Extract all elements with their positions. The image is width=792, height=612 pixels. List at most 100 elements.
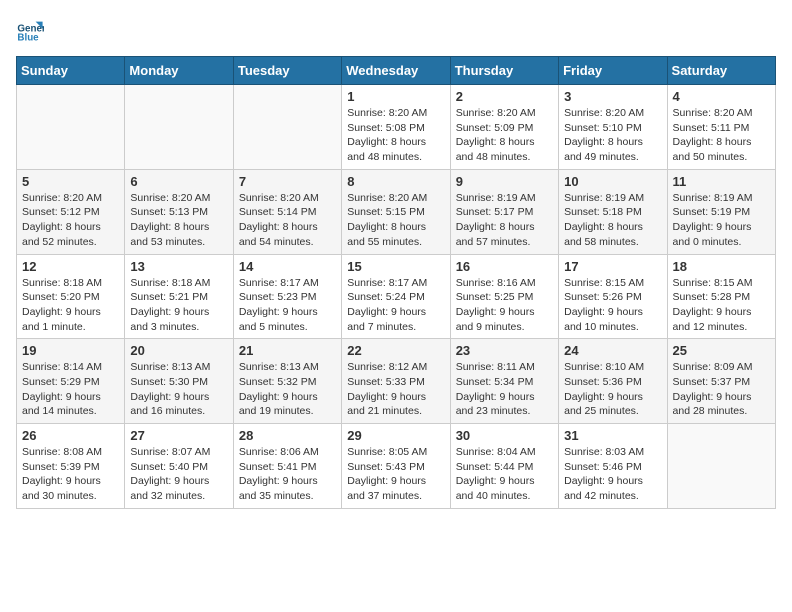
day-info: Sunrise: 8:18 AMSunset: 5:20 PMDaylight:… <box>22 276 119 335</box>
day-number: 28 <box>239 428 336 443</box>
day-number: 5 <box>22 174 119 189</box>
day-info: Sunrise: 8:13 AMSunset: 5:30 PMDaylight:… <box>130 360 227 419</box>
svg-text:Blue: Blue <box>17 33 39 44</box>
calendar-cell: 15 Sunrise: 8:17 AMSunset: 5:24 PMDayligh… <box>342 254 450 339</box>
day-number: 10 <box>564 174 661 189</box>
calendar-cell: 2 Sunrise: 8:20 AMSunset: 5:09 PMDaylight… <box>450 85 558 170</box>
day-number: 25 <box>673 343 770 358</box>
day-number: 14 <box>239 259 336 274</box>
calendar-table: SundayMondayTuesdayWednesdayThursdayFrid… <box>16 56 776 509</box>
logo: General Blue <box>16 16 44 44</box>
calendar-cell: 29Sunrise: 8:05 AMSunset: 5:43 PMDayligh… <box>342 424 450 509</box>
calendar-cell: 8Sunrise: 8:20 AMSunset: 5:15 PMDaylight… <box>342 169 450 254</box>
calendar-cell: 9 Sunrise: 8:19 AMSunset: 5:17 PMDaylight… <box>450 169 558 254</box>
day-number: 23 <box>456 343 553 358</box>
day-number: 12 <box>22 259 119 274</box>
calendar-cell: 14 Sunrise: 8:17 AMSunset: 5:23 PMDayligh… <box>233 254 341 339</box>
day-number: 21 <box>239 343 336 358</box>
day-number: 17 <box>564 259 661 274</box>
day-number: 6 <box>130 174 227 189</box>
day-info: Sunrise: 8:17 AMSunset: 5:23 PMDaylight:… <box>239 276 336 335</box>
day-info: Sunrise: 8:13 AMSunset: 5:32 PMDaylight:… <box>239 360 336 419</box>
day-info: Sunrise: 8:11 AMSunset: 5:34 PMDaylight:… <box>456 360 553 419</box>
day-number: 31 <box>564 428 661 443</box>
calendar-cell: 27 Sunrise: 8:07 AMSunset: 5:40 PMDayligh… <box>125 424 233 509</box>
day-info: Sunrise: 8:20 AMSunset: 5:15 PMDaylight:… <box>347 191 444 250</box>
day-number: 2 <box>456 89 553 104</box>
day-number: 15 <box>347 259 444 274</box>
day-info: Sunrise: 8:15 AMSunset: 5:28 PMDaylight:… <box>673 276 770 335</box>
calendar-cell: 6 Sunrise: 8:20 AMSunset: 5:13 PMDaylight… <box>125 169 233 254</box>
calendar-cell: 26Sunrise: 8:08 AMSunset: 5:39 PMDayligh… <box>17 424 125 509</box>
day-number: 1 <box>347 89 444 104</box>
calendar-cell: 11 Sunrise: 8:19 AMSunset: 5:19 PMDayligh… <box>667 169 775 254</box>
weekday-header-tuesday: Tuesday <box>233 57 341 85</box>
weekday-header-row: SundayMondayTuesdayWednesdayThursdayFrid… <box>17 57 776 85</box>
day-number: 16 <box>456 259 553 274</box>
day-info: Sunrise: 8:20 AMSunset: 5:08 PMDaylight:… <box>347 106 444 165</box>
day-info: Sunrise: 8:18 AMSunset: 5:21 PMDaylight:… <box>130 276 227 335</box>
weekday-header-monday: Monday <box>125 57 233 85</box>
calendar-cell: 1 Sunrise: 8:20 AMSunset: 5:08 PMDaylight… <box>342 85 450 170</box>
day-info: Sunrise: 8:04 AMSunset: 5:44 PMDaylight:… <box>456 445 553 504</box>
day-number: 27 <box>130 428 227 443</box>
calendar-cell: 19 Sunrise: 8:14 AMSunset: 5:29 PMDayligh… <box>17 339 125 424</box>
calendar-week-5: 26Sunrise: 8:08 AMSunset: 5:39 PMDayligh… <box>17 424 776 509</box>
day-info: Sunrise: 8:05 AMSunset: 5:43 PMDaylight:… <box>347 445 444 504</box>
calendar-week-3: 12 Sunrise: 8:18 AMSunset: 5:20 PMDayligh… <box>17 254 776 339</box>
calendar-cell <box>125 85 233 170</box>
logo-icon: General Blue <box>16 16 44 44</box>
calendar-cell: 3Sunrise: 8:20 AMSunset: 5:10 PMDaylight… <box>559 85 667 170</box>
day-info: Sunrise: 8:17 AMSunset: 5:24 PMDaylight:… <box>347 276 444 335</box>
day-info: Sunrise: 8:10 AMSunset: 5:36 PMDaylight:… <box>564 360 661 419</box>
day-info: Sunrise: 8:09 AMSunset: 5:37 PMDaylight:… <box>673 360 770 419</box>
day-info: Sunrise: 8:20 AMSunset: 5:13 PMDaylight:… <box>130 191 227 250</box>
calendar-cell: 20 Sunrise: 8:13 AMSunset: 5:30 PMDayligh… <box>125 339 233 424</box>
calendar-cell <box>667 424 775 509</box>
day-number: 3 <box>564 89 661 104</box>
calendar-cell: 7 Sunrise: 8:20 AMSunset: 5:14 PMDaylight… <box>233 169 341 254</box>
calendar-cell: 23 Sunrise: 8:11 AMSunset: 5:34 PMDayligh… <box>450 339 558 424</box>
calendar-cell: 24 Sunrise: 8:10 AMSunset: 5:36 PMDayligh… <box>559 339 667 424</box>
day-info: Sunrise: 8:12 AMSunset: 5:33 PMDaylight:… <box>347 360 444 419</box>
calendar-cell: 30 Sunrise: 8:04 AMSunset: 5:44 PMDayligh… <box>450 424 558 509</box>
day-number: 26 <box>22 428 119 443</box>
weekday-header-saturday: Saturday <box>667 57 775 85</box>
day-number: 11 <box>673 174 770 189</box>
calendar-cell: 13Sunrise: 8:18 AMSunset: 5:21 PMDayligh… <box>125 254 233 339</box>
calendar-cell <box>233 85 341 170</box>
day-number: 20 <box>130 343 227 358</box>
calendar-cell: 17 Sunrise: 8:15 AMSunset: 5:26 PMDayligh… <box>559 254 667 339</box>
calendar-cell: 18Sunrise: 8:15 AMSunset: 5:28 PMDayligh… <box>667 254 775 339</box>
day-info: Sunrise: 8:14 AMSunset: 5:29 PMDaylight:… <box>22 360 119 419</box>
calendar-cell: 22 Sunrise: 8:12 AMSunset: 5:33 PMDayligh… <box>342 339 450 424</box>
day-info: Sunrise: 8:20 AMSunset: 5:14 PMDaylight:… <box>239 191 336 250</box>
day-info: Sunrise: 8:16 AMSunset: 5:25 PMDaylight:… <box>456 276 553 335</box>
day-number: 7 <box>239 174 336 189</box>
day-number: 24 <box>564 343 661 358</box>
day-info: Sunrise: 8:19 AMSunset: 5:17 PMDaylight:… <box>456 191 553 250</box>
calendar-cell: 10 Sunrise: 8:19 AMSunset: 5:18 PMDayligh… <box>559 169 667 254</box>
calendar-week-2: 5Sunrise: 8:20 AMSunset: 5:12 PMDaylight… <box>17 169 776 254</box>
calendar-cell: 21 Sunrise: 8:13 AMSunset: 5:32 PMDayligh… <box>233 339 341 424</box>
day-number: 30 <box>456 428 553 443</box>
day-info: Sunrise: 8:20 AMSunset: 5:09 PMDaylight:… <box>456 106 553 165</box>
day-number: 9 <box>456 174 553 189</box>
day-info: Sunrise: 8:07 AMSunset: 5:40 PMDaylight:… <box>130 445 227 504</box>
calendar-cell: 31 Sunrise: 8:03 AMSunset: 5:46 PMDayligh… <box>559 424 667 509</box>
weekday-header-friday: Friday <box>559 57 667 85</box>
day-info: Sunrise: 8:19 AMSunset: 5:18 PMDaylight:… <box>564 191 661 250</box>
day-number: 19 <box>22 343 119 358</box>
day-info: Sunrise: 8:03 AMSunset: 5:46 PMDaylight:… <box>564 445 661 504</box>
day-number: 4 <box>673 89 770 104</box>
day-info: Sunrise: 8:19 AMSunset: 5:19 PMDaylight:… <box>673 191 770 250</box>
day-info: Sunrise: 8:15 AMSunset: 5:26 PMDaylight:… <box>564 276 661 335</box>
calendar-cell: 16 Sunrise: 8:16 AMSunset: 5:25 PMDayligh… <box>450 254 558 339</box>
day-number: 22 <box>347 343 444 358</box>
page-header: General Blue <box>16 16 776 44</box>
day-info: Sunrise: 8:06 AMSunset: 5:41 PMDaylight:… <box>239 445 336 504</box>
weekday-header-sunday: Sunday <box>17 57 125 85</box>
calendar-cell <box>17 85 125 170</box>
calendar-week-1: 1 Sunrise: 8:20 AMSunset: 5:08 PMDaylight… <box>17 85 776 170</box>
calendar-cell: 5Sunrise: 8:20 AMSunset: 5:12 PMDaylight… <box>17 169 125 254</box>
